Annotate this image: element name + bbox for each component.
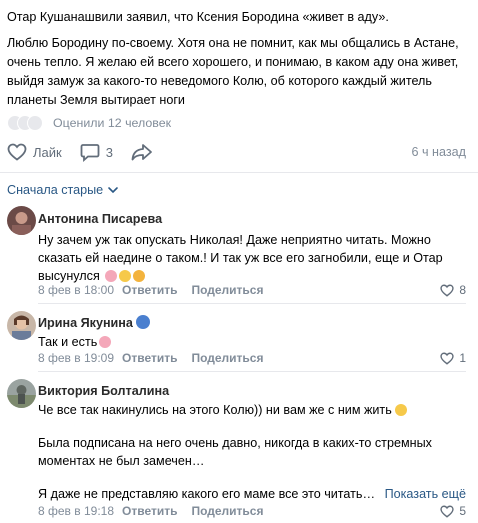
- heart-icon: [440, 352, 454, 365]
- liked-avatars: [7, 115, 43, 131]
- like-label: Лайк: [33, 144, 62, 160]
- heart-icon: [7, 143, 27, 161]
- comment-like-count: 1: [459, 351, 466, 365]
- comment-like-button[interactable]: 1: [440, 351, 466, 365]
- comment-date[interactable]: 8 фев в 18:00: [38, 283, 114, 297]
- reply-button[interactable]: Ответить: [122, 504, 177, 518]
- like-button[interactable]: Лайк: [7, 143, 62, 161]
- comment-text: Ну зачем уж так опускать Николая! Даже н…: [38, 233, 443, 283]
- comment-text: Была подписана на него очень давно, нико…: [38, 436, 432, 468]
- divider: [38, 371, 466, 372]
- avatar[interactable]: [7, 206, 36, 235]
- sort-dropdown[interactable]: Сначала старые: [7, 181, 119, 199]
- comment-author[interactable]: Виктория Болталина: [38, 382, 466, 400]
- avatar[interactable]: [7, 311, 36, 340]
- show-more-link[interactable]: Показать ещё: [385, 485, 466, 503]
- heart-icon: [440, 505, 454, 518]
- divider: [0, 172, 478, 173]
- post-headline: Отар Кушанашвили заявил, что Ксения Боро…: [7, 10, 389, 24]
- liked-by-row[interactable]: Оценили 12 человек: [7, 113, 171, 133]
- emoji-icon: [132, 270, 145, 282]
- comment-text: Че все так накинулись на этого Колю)) ни…: [38, 401, 466, 419]
- comment-icon: [80, 144, 100, 162]
- reply-button[interactable]: Ответить: [122, 283, 177, 297]
- comment-text: Я даже не представляю какого его маме вс…: [38, 487, 376, 501]
- share-button[interactable]: Поделиться: [191, 283, 263, 297]
- emoji-icon: [99, 336, 112, 348]
- emoji-icon: [118, 270, 131, 282]
- share-icon: [131, 144, 152, 161]
- comments-button[interactable]: 3: [80, 142, 113, 162]
- chevron-down-icon: [108, 187, 118, 194]
- comment-text: Так и есть: [38, 333, 466, 351]
- reply-button[interactable]: Ответить: [122, 351, 177, 365]
- comment-like-button[interactable]: 5: [440, 504, 466, 518]
- comment-like-button[interactable]: 8: [440, 283, 466, 297]
- comment-author[interactable]: Антонина Писарева: [38, 210, 466, 228]
- emoji-icon: [394, 404, 407, 416]
- comment-meta: 8 фев в 19:18 Ответить Поделиться 5: [38, 503, 466, 519]
- liked-count-text[interactable]: Оценили 12 человек: [53, 116, 171, 130]
- comment-author[interactable]: Ирина Якунина: [38, 316, 133, 330]
- comment-meta: 8 фев в 19:09 Ответить Поделиться 1: [38, 350, 466, 366]
- share-button[interactable]: Поделиться: [191, 351, 263, 365]
- emoji-icon: [135, 315, 150, 329]
- divider: [38, 303, 466, 304]
- post-body: Люблю Бородину по-своему. Хотя она не по…: [7, 36, 459, 107]
- share-button[interactable]: [131, 143, 159, 161]
- comment-like-count: 8: [459, 283, 466, 297]
- emoji-icon: [104, 270, 117, 282]
- sort-label: Сначала старые: [7, 183, 104, 197]
- comments-count: 3: [105, 144, 113, 160]
- post-actions: Лайк 3 6 ч назад: [7, 140, 466, 164]
- heart-icon: [440, 284, 454, 297]
- liker-avatar: [27, 115, 43, 131]
- comment-meta: 8 фев в 18:00 Ответить Поделиться 8: [38, 282, 466, 298]
- comment-date[interactable]: 8 фев в 19:18: [38, 504, 114, 518]
- comment-like-count: 5: [459, 504, 466, 518]
- comment-date[interactable]: 8 фев в 19:09: [38, 351, 114, 365]
- share-button[interactable]: Поделиться: [191, 504, 263, 518]
- avatar[interactable]: [7, 379, 36, 408]
- post-time[interactable]: 6 ч назад: [411, 145, 466, 159]
